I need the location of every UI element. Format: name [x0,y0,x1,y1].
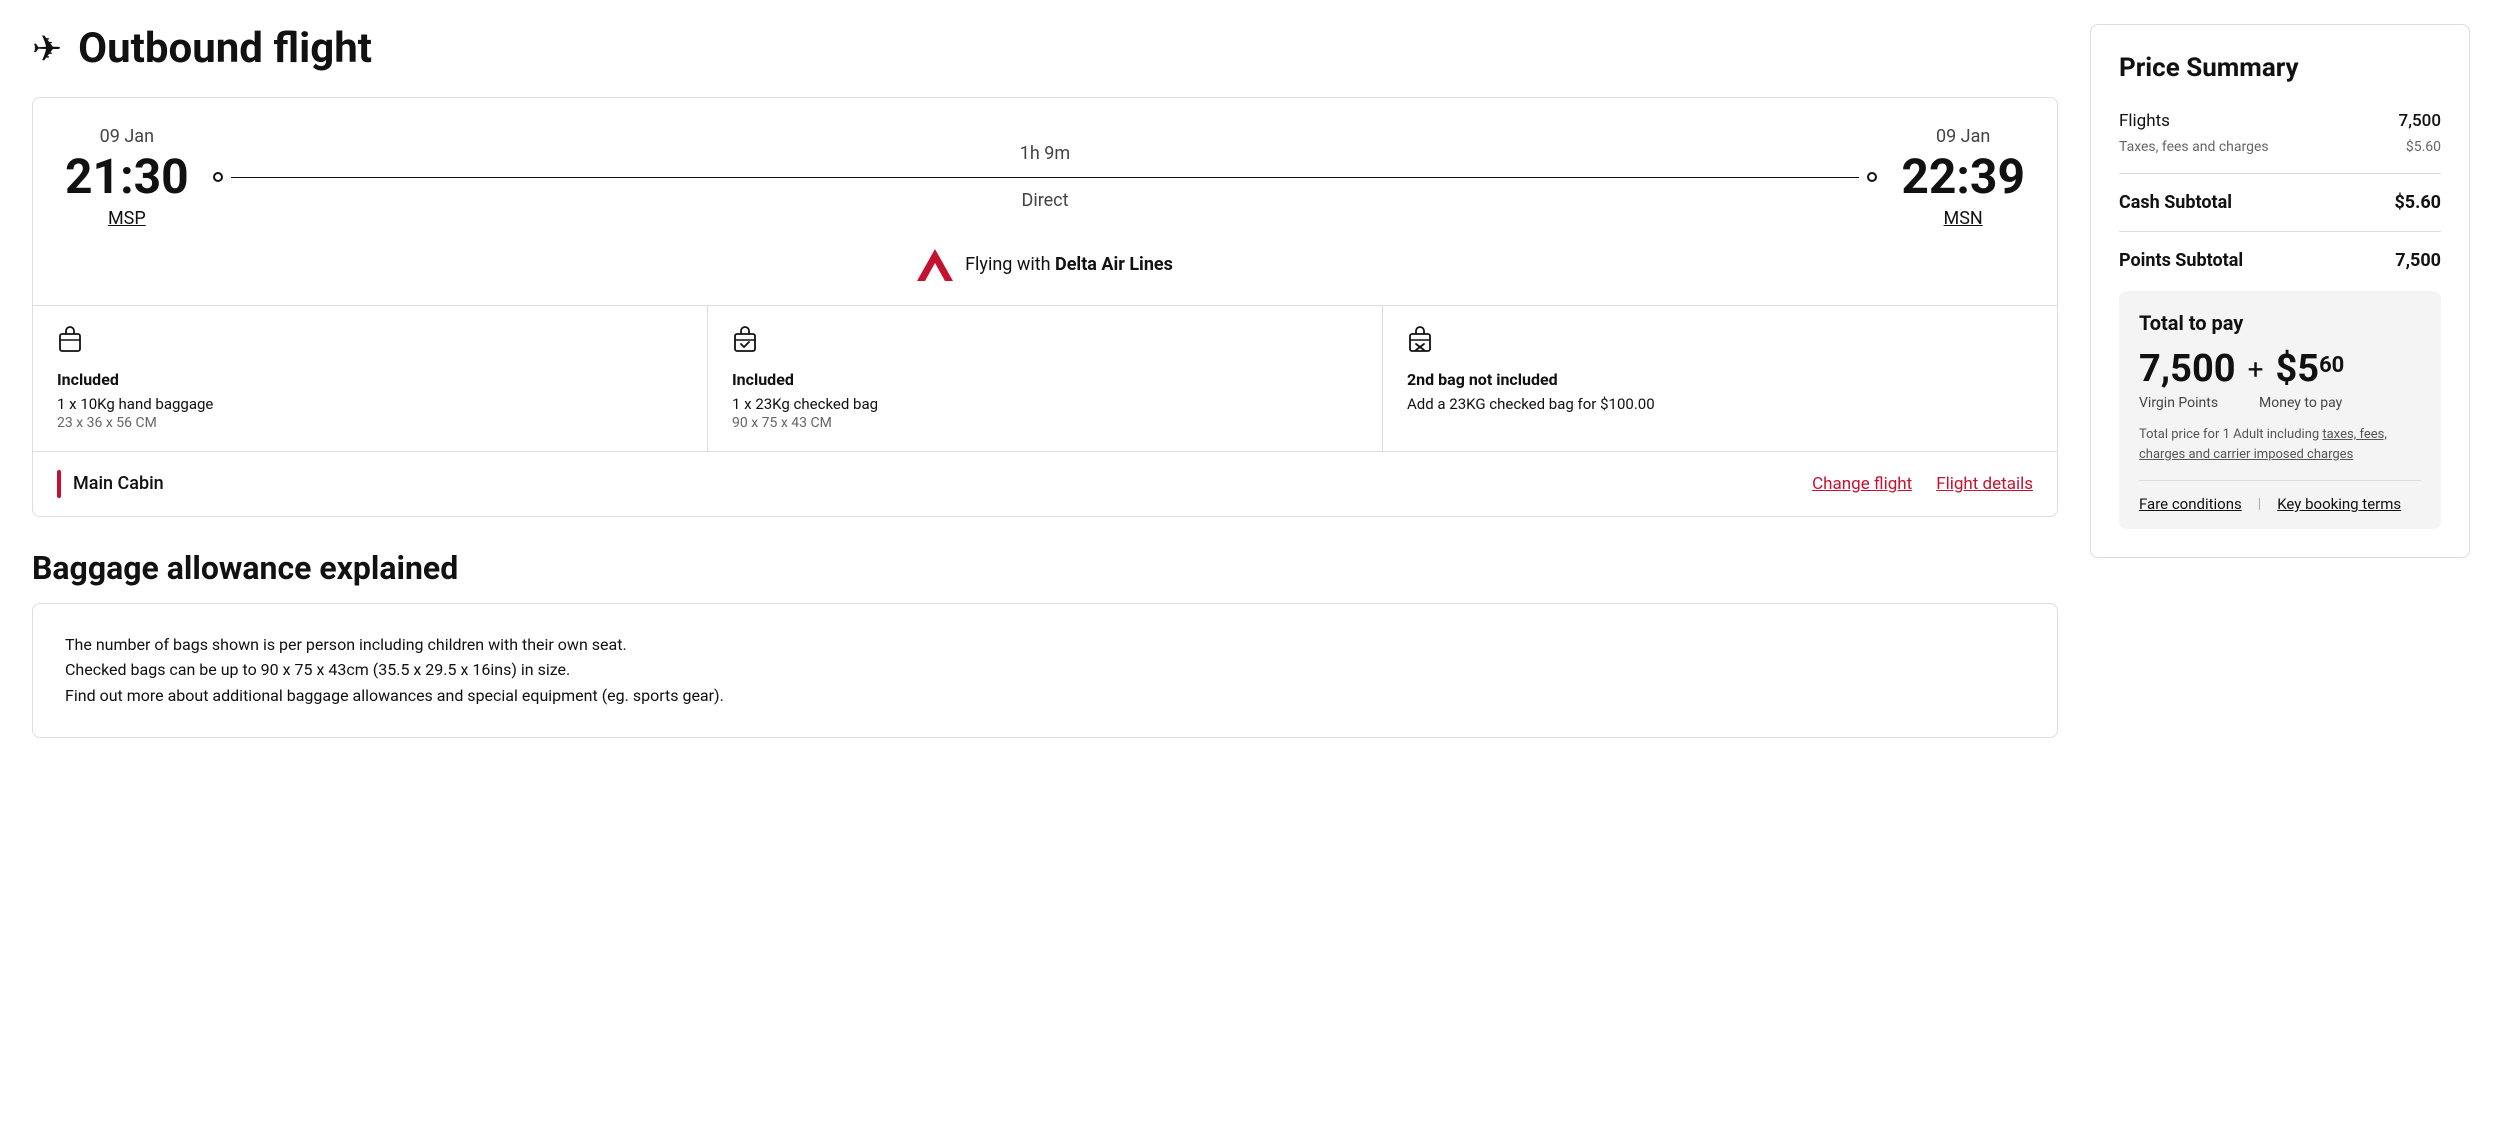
baggage-allowance-section: Baggage allowance explained The number o… [32,549,2058,738]
total-cash-wrapper: $560 [2275,347,2344,391]
total-to-pay-label: Total to pay [2139,311,2421,335]
flight-middle: 1h 9m Direct [189,143,1902,211]
taxes-label: Taxes, fees and charges [2119,139,2269,155]
total-amounts: 7,500 + $560 [2139,347,2421,391]
checked-bag-icon [732,326,1358,360]
points-subtotal-label: Points Subtotal [2119,250,2243,271]
footnote-link[interactable]: taxes, fees, charges and carrier imposed… [2139,427,2387,462]
price-divider-1 [2119,173,2441,174]
flight-times: 09 Jan 21:30 MSP 1h 9m Direct [65,126,2025,229]
cabin-label-wrapper: Main Cabin [57,470,164,498]
arrival-dot [1867,172,1877,182]
taxes-row: Taxes, fees and charges $5.60 [2119,139,2441,155]
delta-logo [917,249,953,281]
price-footer-links: Fare conditions | Key booking terms [2139,480,2421,513]
points-subtotal-value: 7,500 [2395,250,2441,271]
checked-bag-svg [732,326,758,354]
total-cash-main: $5 [2275,347,2319,391]
baggage-allowance-text: The number of bags shown is per person i… [65,632,2025,709]
flight-duration: 1h 9m [213,143,1878,164]
cabin-accent-bar [57,470,61,498]
baggage-item-carry-on-title: Included [57,370,683,389]
baggage-item-carry-on-size: 23 x 36 x 56 CM [57,415,683,431]
flight-takeoff-icon: ✈ [32,28,62,70]
total-points-value: 7,500 [2139,347,2236,391]
main-content: ✈ Outbound flight 09 Jan 21:30 MSP 1h 9m [32,24,2058,738]
baggage-item-checked: Included 1 x 23Kg checked bag 90 x 75 x … [708,306,1383,451]
flight-line-container [213,172,1878,182]
key-booking-terms-link[interactable]: Key booking terms [2277,495,2401,513]
baggage-section: Included 1 x 10Kg hand baggage 23 x 36 x… [33,305,2057,451]
baggage-allowance-title: Baggage allowance explained [32,549,2058,587]
departure-endpoint: 09 Jan 21:30 MSP [65,126,189,229]
baggage-item-2nd-title: 2nd bag not included [1407,370,2033,389]
price-summary-title: Price Summary [2119,53,2441,83]
baggage-allowance-card: The number of bags shown is per person i… [32,603,2058,738]
price-summary-sidebar: Price Summary Flights 7,500 Taxes, fees … [2090,24,2470,558]
baggage-allowance-line-1: The number of bags shown is per person i… [65,632,2025,658]
departure-date: 09 Jan [65,126,189,147]
cabin-section: Main Cabin Change flight Flight details [33,451,2057,516]
baggage-item-carry-on-desc: 1 x 10Kg hand baggage [57,395,683,413]
total-plus-symbol: + [2248,353,2264,386]
page-title: Outbound flight [78,24,372,73]
points-subtotal-row: Points Subtotal 7,500 [2119,250,2441,271]
carry-on-icon [57,326,683,360]
price-summary-card: Price Summary Flights 7,500 Taxes, fees … [2090,24,2470,558]
airline-info: Flying with Delta Air Lines [65,249,2025,281]
departure-time: 21:30 [65,151,189,204]
change-flight-button[interactable]: Change flight [1812,474,1912,494]
total-cash-label: Money to pay [2259,395,2342,411]
page-layout: ✈ Outbound flight 09 Jan 21:30 MSP 1h 9m [32,24,2470,738]
cabin-actions: Change flight Flight details [1812,474,2033,494]
airline-prefix: Flying with [965,254,1055,275]
footer-divider: | [2258,496,2261,512]
cash-subtotal-row: Cash Subtotal $5.60 [2119,192,2441,213]
baggage-allowance-line-2: Checked bags can be up to 90 x 75 x 43cm… [65,657,2025,683]
baggage-item-2nd-bag: 2nd bag not included Add a 23KG checked … [1383,306,2057,451]
baggage-allowance-line-3: Find out more about additional baggage a… [65,683,2025,709]
flight-stop-type: Direct [213,190,1878,211]
arrival-date: 09 Jan [1901,126,2025,147]
total-cash-sup: 60 [2319,353,2344,378]
cash-subtotal-value: $5.60 [2394,192,2441,213]
arrival-time: 22:39 [1901,151,2025,204]
page-header: ✈ Outbound flight [32,24,2058,73]
total-points-label: Virgin Points [2139,395,2219,411]
total-footnote: Total price for 1 Adult including taxes,… [2139,425,2421,464]
baggage-item-checked-size: 90 x 75 x 43 CM [732,415,1358,431]
baggage-item-carry-on: Included 1 x 10Kg hand baggage 23 x 36 x… [33,306,708,451]
price-divider-2 [2119,231,2441,232]
delta-logo-svg [917,249,953,281]
flights-label: Flights [2119,111,2170,131]
baggage-item-2nd-desc: Add a 23KG checked bag for $100.00 [1407,395,2033,413]
baggage-item-checked-title: Included [732,370,1358,389]
baggage-item-checked-desc: 1 x 23Kg checked bag [732,395,1358,413]
departure-dot [213,172,223,182]
departure-airport[interactable]: MSP [108,208,146,229]
second-bag-icon [1407,326,2033,360]
arrival-airport[interactable]: MSN [1944,208,1983,229]
cabin-label: Main Cabin [73,473,164,494]
total-labels: Virgin Points Money to pay [2139,395,2421,411]
flights-row: Flights 7,500 [2119,111,2441,131]
cash-subtotal-label: Cash Subtotal [2119,192,2232,213]
airline-name: Delta Air Lines [1055,254,1173,275]
flights-value: 7,500 [2399,111,2441,131]
arrival-endpoint: 09 Jan 22:39 MSN [1901,126,2025,229]
fare-conditions-link[interactable]: Fare conditions [2139,495,2242,513]
flight-card: 09 Jan 21:30 MSP 1h 9m Direct [32,97,2058,517]
bag-icon-svg [57,326,83,354]
taxes-value: $5.60 [2406,139,2441,155]
flight-info-section: 09 Jan 21:30 MSP 1h 9m Direct [33,98,2057,305]
airline-text: Flying with Delta Air Lines [965,254,1173,275]
flight-line [231,177,1860,178]
second-bag-svg [1407,326,1433,354]
total-to-pay-box: Total to pay 7,500 + $560 Virgin Points … [2119,291,2441,529]
flight-details-button[interactable]: Flight details [1936,474,2033,494]
